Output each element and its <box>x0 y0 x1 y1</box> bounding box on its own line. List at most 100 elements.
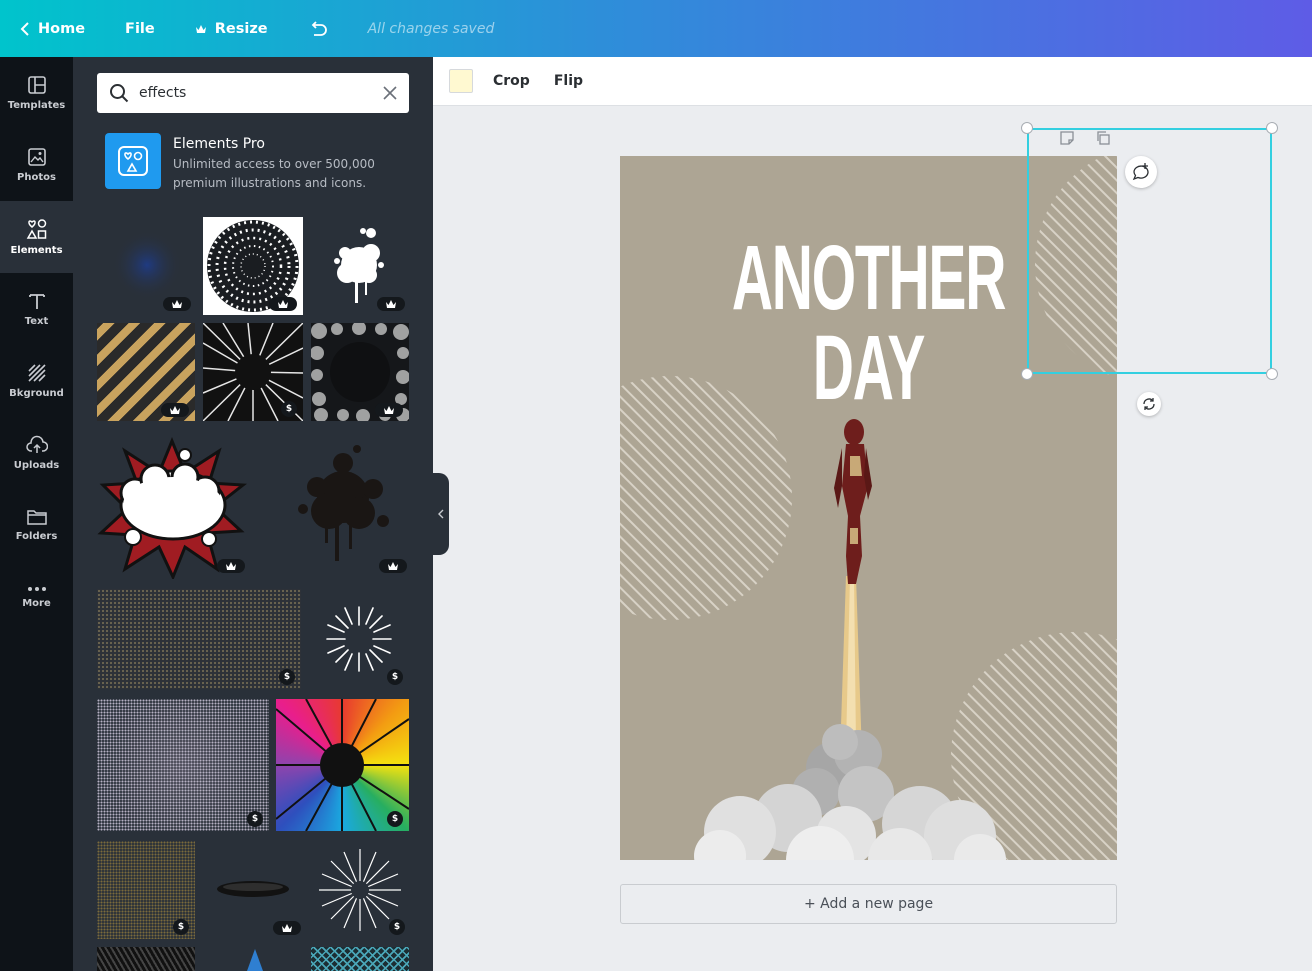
background-icon <box>27 364 46 382</box>
elements-pro-promo[interactable]: Elements Pro Unlimited access to over 50… <box>105 133 405 193</box>
text-icon <box>28 294 45 309</box>
promo-desc-line: Unlimited access to over 500,000 <box>173 157 375 171</box>
element-tile-bokeh-frame[interactable] <box>311 323 409 421</box>
element-tile-halftone-texture[interactable]: $ <box>97 589 301 689</box>
pro-badge <box>273 921 301 935</box>
element-tile-black-rays[interactable] <box>97 947 195 971</box>
rainbow-burst-graphic <box>276 699 409 831</box>
rail-item-background[interactable]: Bkground <box>0 345 73 417</box>
element-tile-speed-lines[interactable]: $ <box>203 323 303 421</box>
pro-badge <box>161 403 189 417</box>
pro-badge <box>379 559 407 573</box>
paid-badge: $ <box>279 669 295 685</box>
dark-splatter-graphic <box>298 445 389 561</box>
rail-label: Text <box>24 316 49 327</box>
uploads-icon <box>25 435 48 453</box>
file-menu-button[interactable]: File <box>125 0 155 57</box>
design-title-line1[interactable]: ANOTHER <box>714 232 1022 324</box>
rail-item-more[interactable]: More <box>0 561 73 633</box>
undo-icon <box>311 20 327 36</box>
price-icon: $ <box>177 922 185 932</box>
rail-label: Bkground <box>9 388 64 399</box>
element-tile-firework[interactable]: $ <box>311 841 409 939</box>
rail-item-uploads[interactable]: Uploads <box>0 417 73 489</box>
rail-item-text[interactable]: Text <box>0 273 73 345</box>
add-new-page-button[interactable]: + Add a new page <box>620 884 1117 924</box>
resize-handle-bottom-left[interactable] <box>1021 368 1033 380</box>
resize-label: Resize <box>214 20 268 37</box>
element-tile-comic-explosion[interactable] <box>97 437 247 579</box>
pro-badge <box>163 297 191 311</box>
promo-title: Elements Pro <box>173 136 265 152</box>
rail-item-photos[interactable]: Photos <box>0 129 73 201</box>
crown-icon <box>195 24 206 33</box>
element-tile-gold-grain[interactable]: $ <box>97 841 195 939</box>
flip-button[interactable]: Flip <box>554 73 583 89</box>
element-tile-teal-mesh[interactable] <box>311 947 409 971</box>
price-icon: $ <box>391 814 399 824</box>
paid-badge: $ <box>387 811 403 827</box>
crop-button[interactable]: Crop <box>493 73 530 89</box>
more-icon <box>27 587 46 591</box>
templates-icon <box>27 76 46 94</box>
clear-search-button[interactable] <box>383 86 397 100</box>
element-tile-white-splatter[interactable] <box>311 217 409 315</box>
undo-button[interactable] <box>308 0 336 57</box>
element-tile-halftone-circle[interactable] <box>203 217 303 315</box>
paid-badge: $ <box>247 811 263 827</box>
element-tile-white-burst[interactable]: $ <box>309 589 409 689</box>
price-icon: $ <box>393 922 401 932</box>
photos-icon <box>27 148 46 166</box>
crown-icon <box>282 924 292 932</box>
duplicate-page-icon[interactable] <box>1095 130 1111 150</box>
rail-label: More <box>22 598 51 609</box>
file-label: File <box>125 20 155 37</box>
promo-description: Unlimited access to over 500,000 premium… <box>173 155 375 193</box>
resize-handle-top-right[interactable] <box>1266 122 1278 134</box>
rail-item-elements[interactable]: Elements <box>0 201 73 273</box>
rail-label: Folders <box>15 531 58 542</box>
search-box <box>97 73 409 113</box>
comic-explosion-graphic <box>97 437 247 579</box>
chevron-left-icon <box>438 509 444 519</box>
crown-icon <box>388 562 398 570</box>
element-tile-gold-stripes[interactable] <box>97 323 195 421</box>
note-icon[interactable] <box>1059 130 1075 150</box>
editor-toolbar: Crop Flip <box>433 57 1312 106</box>
rail-item-templates[interactable]: Templates <box>0 57 73 129</box>
promo-desc-line: premium illustrations and icons. <box>173 176 367 190</box>
rail-label: Elements <box>10 245 63 256</box>
folders-icon <box>26 510 47 525</box>
pro-badge <box>269 297 297 311</box>
top-bar: Home File Resize All changes saved <box>0 0 1312 57</box>
price-icon: $ <box>391 672 399 682</box>
resize-handle-top-left[interactable] <box>1021 122 1033 134</box>
comment-add-icon <box>1132 163 1149 181</box>
close-icon <box>383 86 397 100</box>
crown-icon <box>386 300 396 308</box>
chevron-left-icon <box>20 21 29 36</box>
paid-badge: $ <box>387 669 403 685</box>
flying-hero-illustration <box>834 419 872 584</box>
left-rail: Templates Photos Elements Text Bkground … <box>0 57 73 971</box>
design-title-line2[interactable]: DAY <box>714 322 1022 414</box>
home-button[interactable]: Home <box>20 0 85 57</box>
element-tile-dark-splatter[interactable] <box>273 437 409 579</box>
promo-text: Elements Pro Unlimited access to over 50… <box>173 133 375 193</box>
resize-button[interactable]: Resize <box>195 0 268 57</box>
element-tile-blue-shard[interactable] <box>203 947 303 971</box>
color-swatch[interactable] <box>449 69 473 93</box>
resize-handle-bottom-right[interactable] <box>1266 368 1278 380</box>
element-tile-glitter-texture[interactable]: $ <box>97 699 269 831</box>
search-input[interactable] <box>139 85 383 101</box>
element-tile-blue-glow[interactable] <box>97 217 195 315</box>
rotate-button[interactable] <box>1137 392 1161 416</box>
element-tile-dark-smudge[interactable] <box>203 841 303 939</box>
search-icon <box>109 83 129 103</box>
price-icon: $ <box>251 814 259 824</box>
element-tile-rainbow-burst[interactable]: $ <box>276 699 409 831</box>
rail-item-folders[interactable]: Folders <box>0 489 73 561</box>
rotate-icon <box>1143 398 1155 410</box>
collapse-panel-button[interactable] <box>433 473 449 555</box>
add-comment-button[interactable] <box>1125 156 1157 188</box>
